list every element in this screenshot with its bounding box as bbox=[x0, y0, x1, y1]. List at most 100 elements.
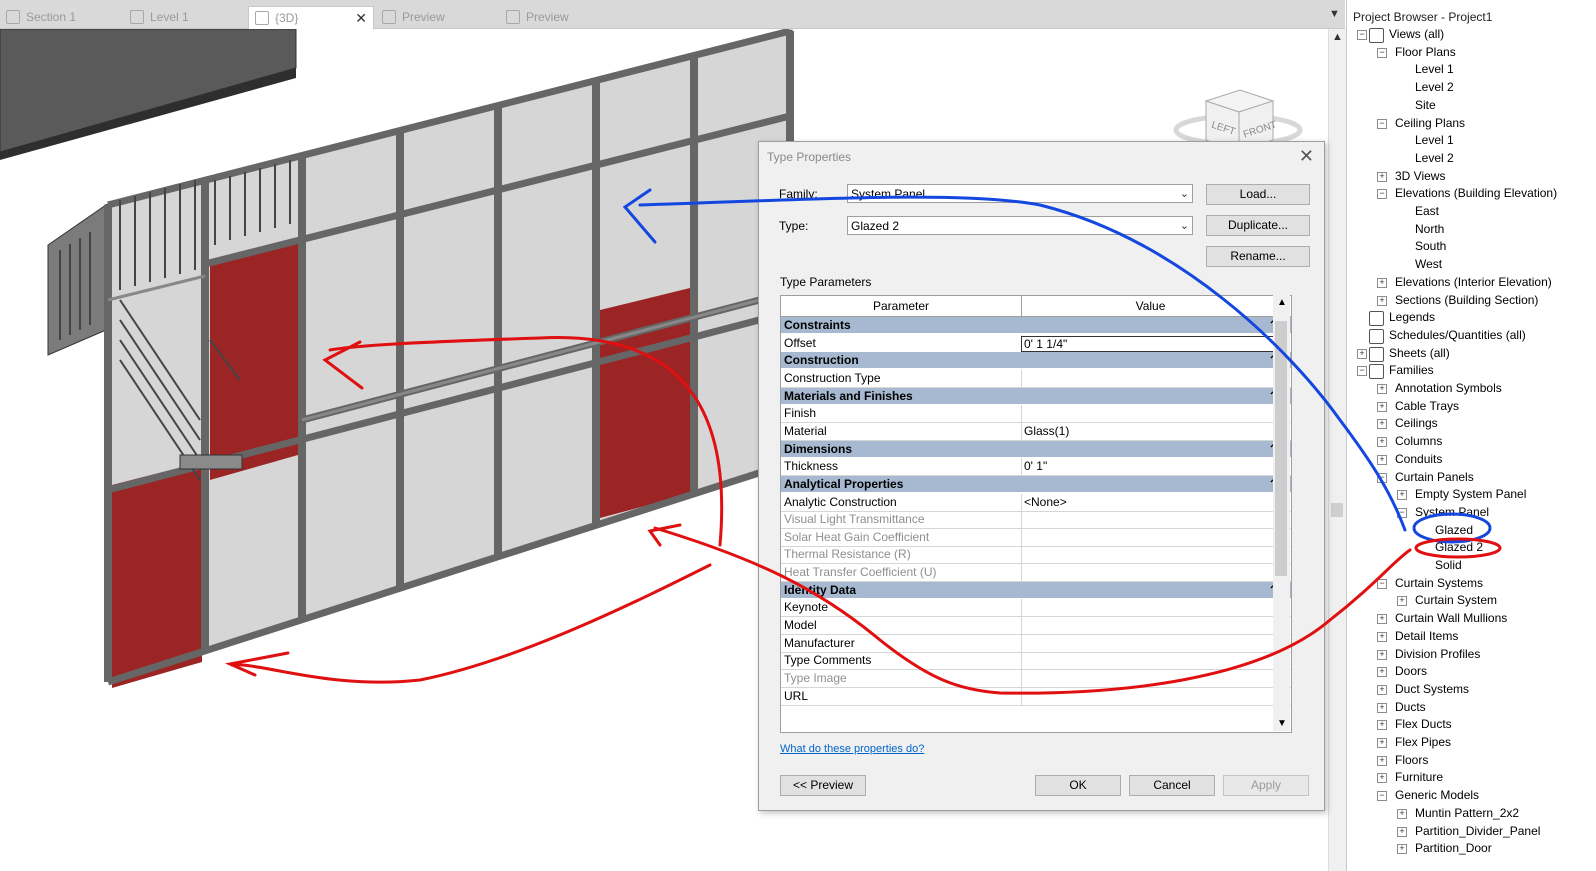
tree-item[interactable]: North bbox=[1347, 221, 1596, 238]
collapse-icon[interactable]: − bbox=[1377, 47, 1387, 58]
tree-item[interactable]: Schedules/Quantities (all) bbox=[1347, 327, 1596, 344]
scroll-up-icon[interactable]: ▲ bbox=[1332, 31, 1343, 43]
expand-icon[interactable]: + bbox=[1377, 454, 1387, 465]
tree-item[interactable]: +3D Views bbox=[1347, 168, 1596, 185]
parameter-row[interactable]: Material Glass(1) bbox=[781, 422, 1291, 441]
scrollbar-thumb[interactable] bbox=[1331, 503, 1343, 517]
parameter-row[interactable]: Construction Type bbox=[781, 369, 1291, 388]
parameter-row[interactable]: Model bbox=[781, 617, 1291, 636]
tree-item[interactable]: + Doors bbox=[1347, 663, 1596, 680]
offset-value-input[interactable]: 0' 1 1/4" bbox=[1021, 335, 1279, 352]
expand-icon[interactable]: + bbox=[1377, 702, 1387, 713]
tree-item[interactable]: + Curtain Wall Mullions bbox=[1347, 610, 1596, 627]
tree-item[interactable]: + Sheets (all) bbox=[1347, 345, 1596, 362]
tree-item[interactable]: + Flex Ducts bbox=[1347, 716, 1596, 733]
parameter-row[interactable]: Keynote bbox=[781, 599, 1291, 618]
collapse-icon[interactable]: − bbox=[1377, 189, 1387, 200]
scroll-up-icon[interactable]: ▲ bbox=[1277, 297, 1287, 308]
close-tab-icon[interactable]: ✕ bbox=[355, 10, 367, 27]
expand-icon[interactable]: + bbox=[1377, 684, 1387, 695]
collapse-icon[interactable]: − bbox=[1377, 578, 1387, 589]
tree-item[interactable]: − Elevations (Building Elevation) bbox=[1347, 185, 1596, 202]
tree-item[interactable]: + Flex Pipes bbox=[1347, 734, 1596, 751]
tree-item[interactable]: + Conduits bbox=[1347, 451, 1596, 468]
tab-3d[interactable]: {3D} ✕ bbox=[248, 6, 374, 29]
tree-item[interactable]: + Ducts bbox=[1347, 699, 1596, 716]
expand-icon[interactable]: + bbox=[1377, 171, 1387, 182]
help-link[interactable]: What do these properties do? bbox=[780, 743, 924, 755]
tree-item[interactable]: + Muntin Pattern_2x2 bbox=[1347, 805, 1596, 822]
tree-item[interactable]: + Division Profiles bbox=[1347, 646, 1596, 663]
rename-button[interactable]: Rename... bbox=[1206, 246, 1310, 267]
tree-item[interactable]: South bbox=[1347, 238, 1596, 255]
tree-item[interactable]: Legends bbox=[1347, 309, 1596, 327]
scrollbar-thumb[interactable] bbox=[1275, 321, 1287, 576]
parameter-row[interactable]: Type Image bbox=[781, 670, 1291, 688]
parameter-row[interactable]: Heat Transfer Coefficient (U) bbox=[781, 564, 1291, 583]
ok-button[interactable]: OK bbox=[1035, 775, 1121, 796]
tree-item[interactable]: + Annotation Symbols bbox=[1347, 380, 1596, 397]
tree-item[interactable]: + Ceilings bbox=[1347, 415, 1596, 432]
tree-item[interactable]: Level 1 bbox=[1347, 132, 1596, 149]
expand-icon[interactable]: + bbox=[1377, 649, 1387, 660]
parameter-row[interactable]: Analytic Construction <None> bbox=[781, 493, 1291, 512]
collapse-icon[interactable]: − bbox=[1377, 791, 1387, 802]
grid-scrollbar[interactable]: ▲ ▼ bbox=[1273, 295, 1290, 731]
tab-menu-icon[interactable]: ▼ bbox=[1329, 8, 1340, 20]
tree-item[interactable]: West bbox=[1347, 256, 1596, 273]
parameter-column-header[interactable]: Parameter bbox=[781, 296, 1022, 316]
close-icon[interactable]: ✕ bbox=[1299, 146, 1314, 167]
parameter-group-header[interactable]: Construction⌃ bbox=[781, 352, 1291, 370]
parameter-row[interactable]: URL bbox=[781, 687, 1291, 706]
tree-item[interactable]: Level 2 bbox=[1347, 150, 1596, 167]
tree-item[interactable]: − Floor Plans bbox=[1347, 44, 1596, 61]
expand-icon[interactable]: + bbox=[1377, 277, 1387, 288]
tree-item[interactable]: + Columns bbox=[1347, 433, 1596, 450]
expand-icon[interactable]: + bbox=[1377, 667, 1387, 678]
viewport-scrollbar[interactable]: ▲ bbox=[1328, 29, 1346, 871]
tree-item[interactable]: Glazed bbox=[1347, 522, 1596, 539]
parameter-row[interactable]: Type Comments bbox=[781, 652, 1291, 671]
tab-section-1[interactable]: Section 1 bbox=[0, 6, 122, 28]
family-dropdown[interactable]: System Panel ⌄ bbox=[847, 184, 1193, 203]
parameter-group-header[interactable]: Constraints⌃ bbox=[781, 317, 1291, 334]
apply-button[interactable]: Apply bbox=[1223, 775, 1309, 796]
expand-icon[interactable]: + bbox=[1377, 419, 1387, 430]
tree-item[interactable]: Glazed 2 bbox=[1347, 539, 1596, 556]
parameter-row[interactable]: Thickness 0' 1" bbox=[781, 458, 1291, 477]
expand-icon[interactable]: + bbox=[1377, 631, 1387, 642]
tab-level-1[interactable]: Level 1 bbox=[124, 6, 246, 28]
tree-item[interactable]: + Empty System Panel bbox=[1347, 486, 1596, 503]
expand-icon[interactable]: + bbox=[1377, 720, 1387, 731]
parameter-group-header[interactable]: Dimensions⌃ bbox=[781, 440, 1291, 458]
tree-item[interactable]: + Partition_Door bbox=[1347, 840, 1596, 857]
parameter-row[interactable]: Offset 0' 1 1/4" bbox=[781, 334, 1291, 353]
expand-icon[interactable]: + bbox=[1377, 437, 1387, 448]
parameter-row[interactable]: Visual Light Transmittance bbox=[781, 511, 1291, 530]
tree-item[interactable]: − Curtain Panels bbox=[1347, 469, 1596, 486]
collapse-icon[interactable]: − bbox=[1377, 472, 1387, 483]
expand-icon[interactable]: + bbox=[1377, 755, 1387, 766]
collapse-icon[interactable]: − bbox=[1357, 30, 1367, 40]
parameter-group-header[interactable]: Materials and Finishes⌃ bbox=[781, 387, 1291, 405]
tree-item[interactable]: − Views (all) bbox=[1347, 26, 1596, 43]
tree-item[interactable]: + Elevations (Interior Elevation) bbox=[1347, 274, 1596, 291]
tree-item[interactable]: − System Panel bbox=[1347, 504, 1596, 521]
expand-icon[interactable]: + bbox=[1397, 808, 1407, 819]
expand-icon[interactable]: + bbox=[1397, 826, 1407, 837]
tree-item[interactable]: − Generic Models bbox=[1347, 787, 1596, 804]
tree-item[interactable]: + Floors bbox=[1347, 752, 1596, 769]
tab-preview-1[interactable]: Preview bbox=[376, 6, 498, 28]
parameter-value[interactable]: <None> bbox=[1024, 494, 1067, 511]
tree-item[interactable]: Level 2 bbox=[1347, 79, 1596, 96]
parameter-row[interactable]: Manufacturer bbox=[781, 634, 1291, 653]
cancel-button[interactable]: Cancel bbox=[1129, 775, 1215, 796]
parameter-row[interactable]: Thermal Resistance (R) bbox=[781, 546, 1291, 565]
expand-icon[interactable]: + bbox=[1377, 773, 1387, 784]
tab-preview-2[interactable]: Preview bbox=[500, 6, 622, 28]
expand-icon[interactable]: + bbox=[1377, 738, 1387, 748]
tree-item[interactable]: + Detail Items bbox=[1347, 628, 1596, 645]
preview-button[interactable]: << Preview bbox=[780, 775, 866, 796]
expand-icon[interactable]: + bbox=[1377, 401, 1387, 412]
value-column-header[interactable]: Value bbox=[1022, 296, 1280, 316]
